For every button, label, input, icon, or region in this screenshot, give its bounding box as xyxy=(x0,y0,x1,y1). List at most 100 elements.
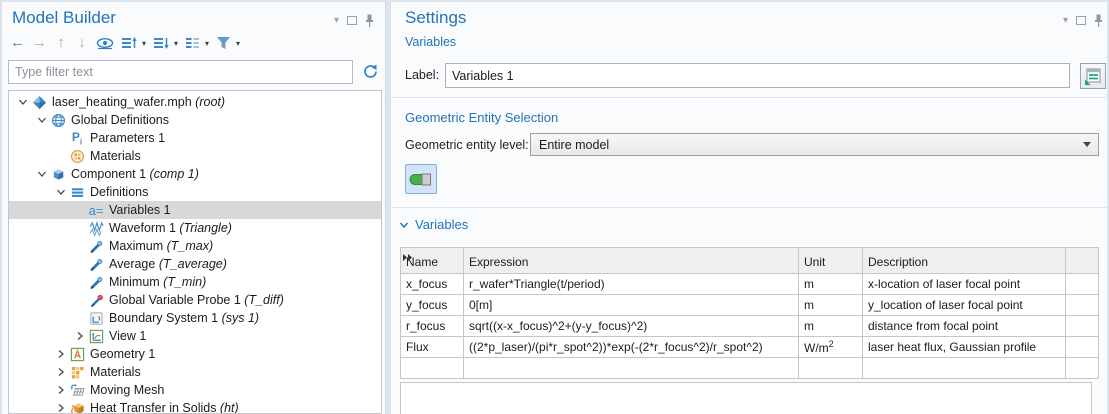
geometric-entity-level-select[interactable]: Entire model xyxy=(530,133,1099,156)
dropdown-caret-icon[interactable]: ▾ xyxy=(205,39,209,48)
tree-expander-right-icon[interactable] xyxy=(53,349,68,359)
spacer-cell[interactable] xyxy=(1066,295,1099,316)
name-cell[interactable]: r_focus xyxy=(401,316,464,337)
name-cell[interactable] xyxy=(401,358,464,379)
float-icon[interactable] xyxy=(1076,16,1086,25)
name-cell[interactable]: x_focus xyxy=(401,274,464,295)
tree-item-variables-1[interactable]: a=Variables 1 xyxy=(9,201,381,219)
description-cell[interactable]: distance from focal point xyxy=(863,316,1066,337)
tree-item-label: Waveform 1 (Triangle) xyxy=(105,221,232,235)
collapse-icon[interactable]: ▾ xyxy=(1063,16,1068,26)
tree-item-global-definitions[interactable]: Global Definitions xyxy=(9,111,381,129)
float-icon[interactable] xyxy=(347,16,357,25)
tree-item-geometry-1[interactable]: Geometry 1 xyxy=(9,345,381,363)
model-root-icon xyxy=(30,95,48,110)
collapse-icon[interactable]: ▾ xyxy=(334,16,339,26)
unit-cell[interactable]: W/m2 xyxy=(799,337,863,358)
move-up-arrow-icon[interactable]: ↑ xyxy=(54,34,68,52)
probe-icon xyxy=(87,257,105,272)
dropdown-caret-icon[interactable]: ▾ xyxy=(142,39,146,48)
tree-item-parameters-1[interactable]: PiParameters 1 xyxy=(9,129,381,147)
tree-item-materials[interactable]: Materials xyxy=(9,363,381,381)
description-cell[interactable]: x-location of laser focal point xyxy=(863,274,1066,295)
dropdown-caret-icon[interactable]: ▾ xyxy=(236,39,240,48)
tree-item-minimum-t-min[interactable]: Minimum (T_min) xyxy=(9,273,381,291)
tree-item-materials[interactable]: Materials xyxy=(9,147,381,165)
tree-expander-down-icon[interactable] xyxy=(34,169,49,179)
tree-item-global-variable-probe-1-t-diff[interactable]: Global Variable Probe 1 (T_diff) xyxy=(9,291,381,309)
tree-item-label: Definitions xyxy=(86,185,148,199)
tree-item-label: View 1 xyxy=(105,329,146,343)
show-eye-icon[interactable] xyxy=(96,34,114,52)
tree-expander-down-icon[interactable] xyxy=(15,97,30,107)
variables-section-header[interactable]: Variables xyxy=(399,217,468,232)
tree-item-definitions[interactable]: Definitions xyxy=(9,183,381,201)
expression-cell[interactable]: ((2*p_laser)/(pi*r_spot^2))*exp(-(2*r_fo… xyxy=(464,337,799,358)
pin-icon[interactable] xyxy=(1094,14,1103,27)
column-header-expression[interactable]: Expression xyxy=(464,248,799,274)
label-field-label: Label: xyxy=(405,68,439,82)
unit-cell[interactable]: m xyxy=(799,295,863,316)
column-header-description[interactable]: Description xyxy=(863,248,1066,274)
spacer-cell[interactable] xyxy=(1066,337,1099,358)
tree-filter-input[interactable] xyxy=(8,60,353,84)
unit-cell[interactable]: m xyxy=(799,316,863,337)
tree-item-moving-mesh[interactable]: Moving Mesh xyxy=(9,381,381,399)
name-cell[interactable]: Flux xyxy=(401,337,464,358)
tree-item-label: Parameters 1 xyxy=(86,131,165,145)
expression-cell[interactable]: sqrt((x-x_focus)^2+(y-y_focus)^2) xyxy=(464,316,799,337)
section-chevron-down-icon xyxy=(399,220,409,230)
active-selection-toggle-button[interactable] xyxy=(405,164,437,194)
show-ui-button[interactable] xyxy=(1080,63,1106,89)
unit-cell[interactable] xyxy=(799,358,863,379)
tree-item-laser-heating-wafer-mph-root[interactable]: laser_heating_wafer.mph (root) xyxy=(9,93,381,111)
back-arrow-icon[interactable]: ← xyxy=(10,34,25,52)
tree-item-label: Minimum (T_min) xyxy=(105,275,206,289)
tree-expander-down-icon[interactable] xyxy=(34,115,49,125)
tree-item-view-1[interactable]: View 1 xyxy=(9,327,381,345)
expression-cell[interactable]: 0[m] xyxy=(464,295,799,316)
tree-item-average-t-average[interactable]: Average (T_average) xyxy=(9,255,381,273)
tree-item-maximum-t-max[interactable]: Maximum (T_max) xyxy=(9,237,381,255)
model-tree-node-text-icon[interactable] xyxy=(185,34,200,52)
forward-arrow-icon[interactable]: → xyxy=(32,34,47,52)
tree-expander-right-icon[interactable] xyxy=(53,367,68,377)
collapse-all-icon[interactable] xyxy=(121,34,137,52)
model-tree: laser_heating_wafer.mph (root)Global Def… xyxy=(8,90,382,414)
geometry-icon xyxy=(68,347,86,362)
unit-cell[interactable]: m xyxy=(799,274,863,295)
column-header-spacer[interactable] xyxy=(1066,248,1099,274)
tree-expander-down-icon[interactable] xyxy=(53,187,68,197)
moving-mesh-icon xyxy=(68,383,86,398)
tree-expander-right-icon[interactable] xyxy=(53,403,68,413)
tree-item-boundary-system-1-sys-1[interactable]: Boundary System 1 (sys 1) xyxy=(9,309,381,327)
tree-item-component-1-comp-1[interactable]: Component 1 (comp 1) xyxy=(9,165,381,183)
description-cell[interactable] xyxy=(863,358,1066,379)
expression-cell[interactable]: r_wafer*Triangle(t/period) xyxy=(464,274,799,295)
move-down-arrow-icon[interactable]: ↓ xyxy=(75,34,89,52)
tree-expander-right-icon[interactable] xyxy=(53,385,68,395)
variable-row-flux: Flux((2*p_laser)/(pi*r_spot^2))*exp(-(2*… xyxy=(401,337,1099,358)
expression-cell[interactable] xyxy=(464,358,799,379)
column-header-name[interactable]: Name xyxy=(401,248,464,274)
name-cell[interactable]: y_focus xyxy=(401,295,464,316)
tree-item-waveform-1-triangle[interactable]: Waveform 1 (Triangle) xyxy=(9,219,381,237)
variables-table-empty-area[interactable] xyxy=(400,382,1092,414)
description-cell[interactable]: laser heat flux, Gaussian profile xyxy=(863,337,1066,358)
description-cell[interactable]: y_location of laser focal point xyxy=(863,295,1066,316)
expand-all-icon[interactable] xyxy=(153,34,169,52)
label-input[interactable] xyxy=(445,63,1070,88)
refresh-icon[interactable] xyxy=(362,63,379,85)
column-header-unit[interactable]: Unit xyxy=(799,248,863,274)
materials-global-icon xyxy=(68,149,86,164)
spacer-cell[interactable] xyxy=(1066,274,1099,295)
tree-expander-right-icon[interactable] xyxy=(72,331,87,341)
pin-icon[interactable] xyxy=(365,14,374,27)
materials-component-icon xyxy=(68,365,86,380)
tree-item-label: Component 1 (comp 1) xyxy=(67,167,199,181)
filter-funnel-icon[interactable] xyxy=(216,34,231,52)
dropdown-caret-icon[interactable]: ▾ xyxy=(174,39,178,48)
spacer-cell[interactable] xyxy=(1066,358,1099,379)
spacer-cell[interactable] xyxy=(1066,316,1099,337)
tree-item-heat-transfer-in-solids-ht[interactable]: Heat Transfer in Solids (ht) xyxy=(9,399,381,414)
